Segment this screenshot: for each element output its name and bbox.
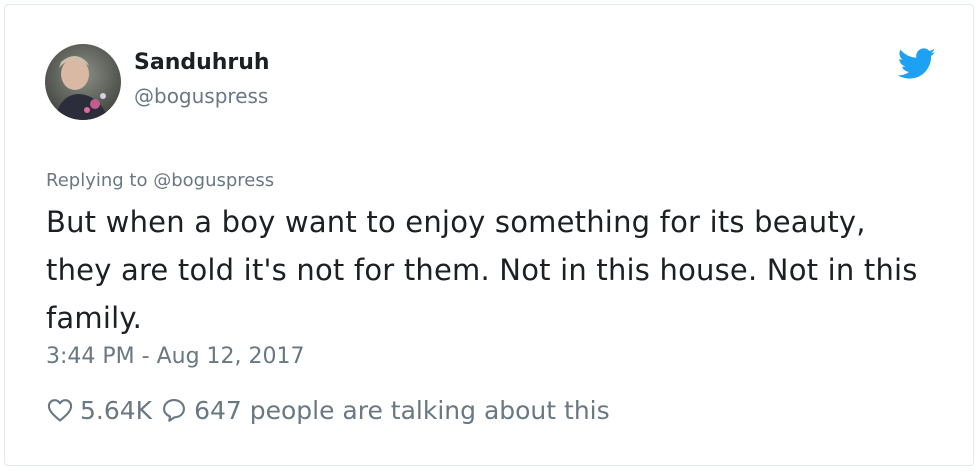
author-display-name[interactable]: Sanduhruh	[134, 50, 270, 75]
avatar[interactable]	[45, 44, 121, 120]
author-handle[interactable]: @boguspress	[134, 84, 268, 108]
tweet-text: But when a boy want to enjoy something f…	[46, 205, 918, 335]
speech-bubble-icon[interactable]	[160, 396, 188, 424]
heart-icon[interactable]	[46, 396, 74, 424]
tweet-timestamp[interactable]: 3:44 PM - Aug 12, 2017	[46, 344, 305, 369]
reply-mention-link[interactable]: @boguspress	[153, 170, 274, 191]
twitter-bird-icon[interactable]	[897, 48, 936, 80]
talking-about-link[interactable]: 647 people are talking about this	[194, 396, 610, 425]
user-avatar-icon	[45, 44, 121, 120]
likes-count[interactable]: 5.64K	[80, 396, 152, 425]
reply-prefix: Replying to	[46, 170, 148, 191]
engagement-bar: 5.64K 647 people are talking about this	[46, 392, 610, 428]
reply-context: Replying to @boguspress	[46, 170, 274, 191]
